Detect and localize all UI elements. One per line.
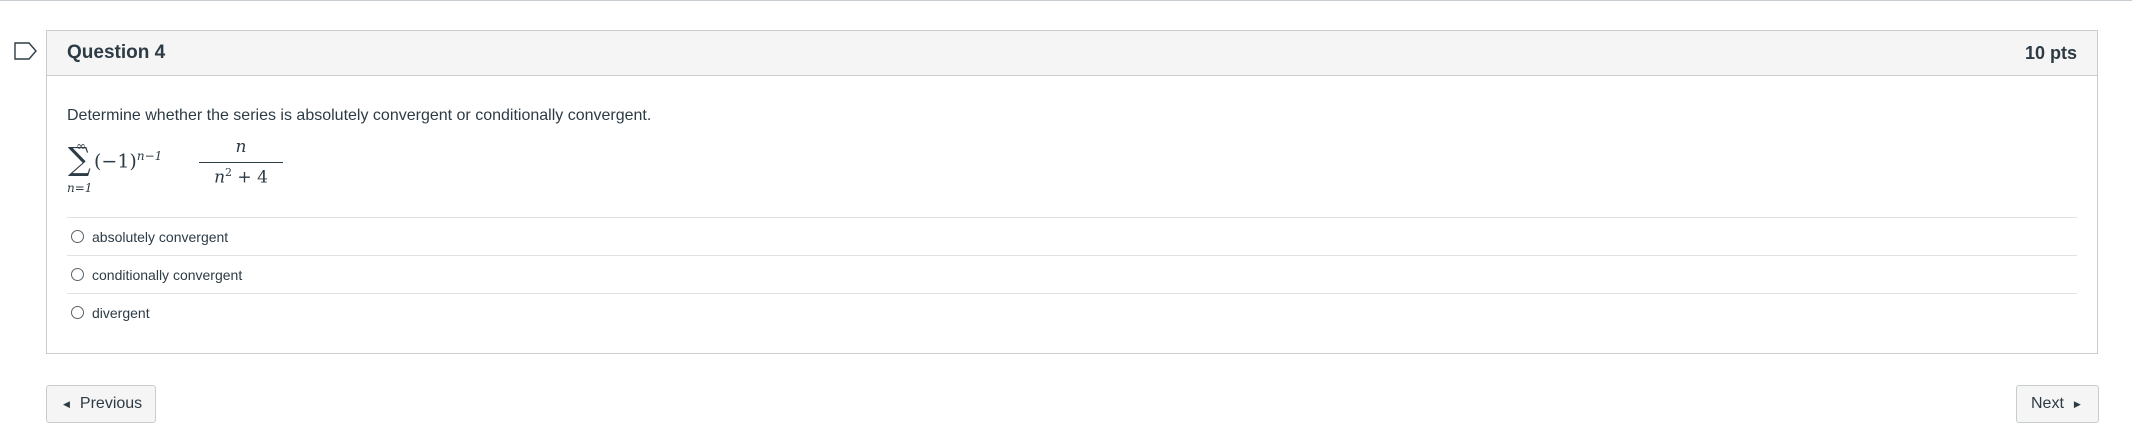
radio-button[interactable] [71, 230, 84, 243]
sum-lower-limit: n=1 [67, 181, 93, 195]
series-formula: ∞ ∑ n=1 (−1)n−1 n n2 + 4 [67, 137, 2077, 195]
radio-button[interactable] [71, 268, 84, 281]
flag-question-icon[interactable] [14, 42, 38, 60]
question-header: Question 4 10 pts [47, 31, 2097, 76]
fraction-bar [199, 162, 283, 163]
fraction-denominator: n2 + 4 [199, 166, 283, 188]
question-card: Question 4 10 pts Determine whether the … [46, 30, 2098, 354]
answer-option-divergent[interactable]: divergent [67, 294, 2077, 331]
denominator-rest: + 4 [232, 167, 268, 188]
top-divider [0, 0, 2132, 1]
answer-label: divergent [92, 304, 150, 321]
previous-label: Previous [79, 395, 143, 412]
answer-option-absolutely-convergent[interactable]: absolutely convergent [67, 218, 2077, 256]
radio-button[interactable] [71, 306, 84, 319]
question-points: 10 pts [2024, 42, 2077, 63]
alternating-term: (−1)n−1 [94, 149, 162, 172]
summation-symbol: ∑ [68, 140, 91, 178]
term-exponent: n−1 [136, 149, 163, 163]
fraction: n n2 + 4 [199, 137, 283, 188]
previous-button[interactable]: ◀ Previous [46, 385, 156, 423]
denominator-variable: n [214, 167, 226, 188]
next-label: Next [2031, 395, 2064, 412]
question-title: Question 4 [67, 42, 166, 63]
question-prompt: Determine whether the series is absolute… [67, 107, 652, 124]
next-button[interactable]: Next ▶ [2016, 385, 2099, 423]
answer-list: absolutely convergent conditionally conv… [67, 217, 2077, 331]
answer-label: conditionally convergent [92, 266, 243, 283]
denominator-exponent: 2 [225, 166, 233, 179]
question-body: Determine whether the series is absolute… [47, 107, 2097, 331]
triangle-left-icon: ◀ [63, 398, 70, 409]
fraction-numerator: n [235, 137, 247, 157]
answer-label: absolutely convergent [92, 228, 229, 245]
term-base: (−1) [94, 150, 137, 173]
triangle-right-icon: ▶ [2073, 398, 2081, 409]
answer-option-conditionally-convergent[interactable]: conditionally convergent [67, 256, 2077, 294]
